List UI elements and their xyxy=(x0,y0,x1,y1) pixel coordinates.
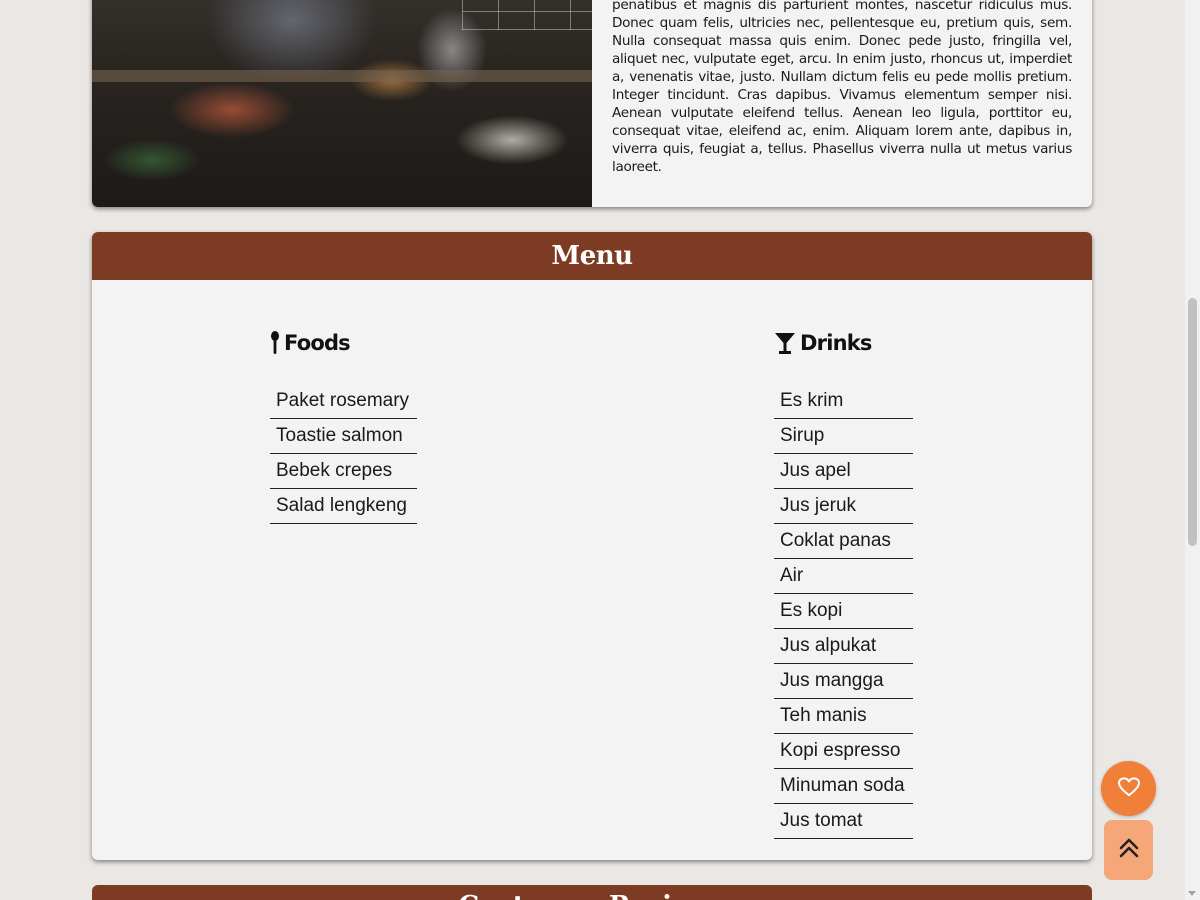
heart-icon xyxy=(1117,776,1140,801)
drink-menu-item: Jus apel xyxy=(774,454,913,489)
page-scrollbar[interactable] xyxy=(1185,0,1200,900)
about-paragraph: penatibus et magnis dis parturient monte… xyxy=(612,0,1072,175)
drink-menu-item: Jus alpukat xyxy=(774,629,913,664)
double-chevron-up-icon xyxy=(1119,837,1139,863)
drink-menu-item: Kopi espresso xyxy=(774,734,913,769)
foods-heading: Foods xyxy=(270,328,417,358)
menu-header: Menu xyxy=(92,232,1092,280)
drinks-heading: Drinks xyxy=(774,328,913,358)
drink-menu-item: Sirup xyxy=(774,419,913,454)
menu-title: Menu xyxy=(551,241,633,271)
drink-menu-item: Teh manis xyxy=(774,699,913,734)
food-menu-item: Salad lengkeng xyxy=(270,489,417,524)
drink-menu-item: Es krim xyxy=(774,384,913,419)
food-menu-item: Paket rosemary xyxy=(270,384,417,419)
reviews-section-header: Customer Reviews xyxy=(92,885,1092,900)
about-card: penatibus et magnis dis parturient monte… xyxy=(92,0,1092,207)
menu-section: Menu Foods Paket rosemary Toastie salmon B… xyxy=(92,232,1092,860)
reviews-title: Customer Reviews xyxy=(92,891,1092,900)
drinks-list: Es krim Sirup Jus apel Jus jeruk Coklat pana… xyxy=(774,384,913,839)
cocktail-glass-icon xyxy=(774,331,796,355)
drink-menu-item: Jus tomat xyxy=(774,804,913,839)
foods-column: Foods Paket rosemary Toastie salmon Bebek … xyxy=(270,328,417,524)
scroll-down-arrow-icon[interactable] xyxy=(1188,891,1196,896)
drink-menu-item: Jus mangga xyxy=(774,664,913,699)
foods-list: Paket rosemary Toastie salmon Bebek crepes… xyxy=(270,384,417,524)
drinks-column: Drinks Es krim Sirup Jus apel Jus jeruk Cokl… xyxy=(774,328,913,839)
photo-counter xyxy=(92,70,592,82)
back-to-top-button[interactable] xyxy=(1104,820,1153,880)
food-menu-item: Toastie salmon xyxy=(270,419,417,454)
drink-menu-item: Air xyxy=(774,559,913,594)
foods-heading-label: Foods xyxy=(284,331,351,355)
drink-menu-item: Jus jeruk xyxy=(774,489,913,524)
drink-menu-item: Minuman soda xyxy=(774,769,913,804)
drink-menu-item: Es kopi xyxy=(774,594,913,629)
drinks-heading-label: Drinks xyxy=(800,331,872,355)
food-menu-item: Bebek crepes xyxy=(270,454,417,489)
scrollbar-thumb[interactable] xyxy=(1188,298,1197,546)
spoon-icon xyxy=(270,331,280,355)
photo-wall-tiles xyxy=(462,0,592,30)
drink-menu-item: Coklat panas xyxy=(774,524,913,559)
favorite-button[interactable] xyxy=(1101,761,1156,816)
restaurant-photo xyxy=(92,0,592,207)
